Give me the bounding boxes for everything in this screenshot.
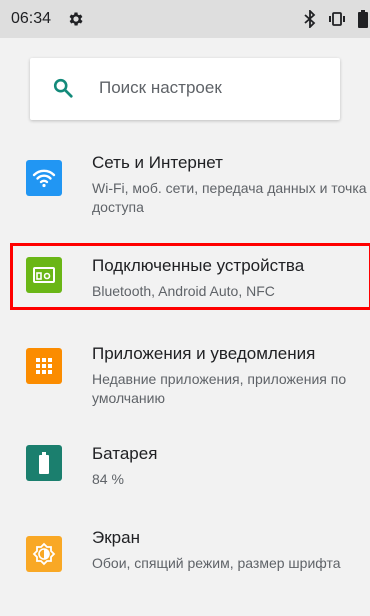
search-placeholder: Поиск настроек	[99, 78, 222, 97]
vibrate-icon	[329, 12, 345, 26]
settings-item-network[interactable]: Сеть и Интернет Wi-Fi, моб. сети, переда…	[0, 150, 370, 230]
apps-icon	[26, 348, 62, 384]
settings-item-subtitle: 84 %	[92, 471, 124, 487]
settings-item-subtitle: Недавние приложения, приложения по умолч…	[92, 371, 347, 406]
status-bar: 06:34	[0, 0, 370, 38]
brightness-icon	[26, 536, 62, 572]
settings-item-title: Экран	[92, 528, 140, 547]
settings-item-apps[interactable]: Приложения и уведомления Недавние прилож…	[0, 340, 370, 420]
settings-item-title: Сеть и Интернет	[92, 153, 223, 172]
settings-item-battery[interactable]: Батарея 84 %	[0, 440, 370, 496]
settings-item-subtitle: Wi-Fi, моб. сети, передача данных и точк…	[92, 180, 367, 215]
bluetooth-icon	[304, 10, 316, 28]
settings-item-title: Приложения и уведомления	[92, 344, 316, 363]
wifi-icon	[26, 160, 62, 196]
settings-item-display[interactable]: Экран Обои, спящий режим, размер шрифта	[0, 526, 370, 606]
settings-item-title: Батарея	[92, 444, 158, 463]
gear-icon	[69, 12, 83, 26]
battery-icon	[26, 445, 62, 481]
search-bar[interactable]: Поиск настроек	[30, 58, 340, 120]
battery-icon	[358, 10, 368, 28]
highlight-box	[10, 243, 370, 310]
search-icon	[53, 78, 73, 98]
settings-item-subtitle: Обои, спящий режим, размер шрифта	[92, 555, 341, 571]
status-time: 06:34	[11, 10, 52, 27]
